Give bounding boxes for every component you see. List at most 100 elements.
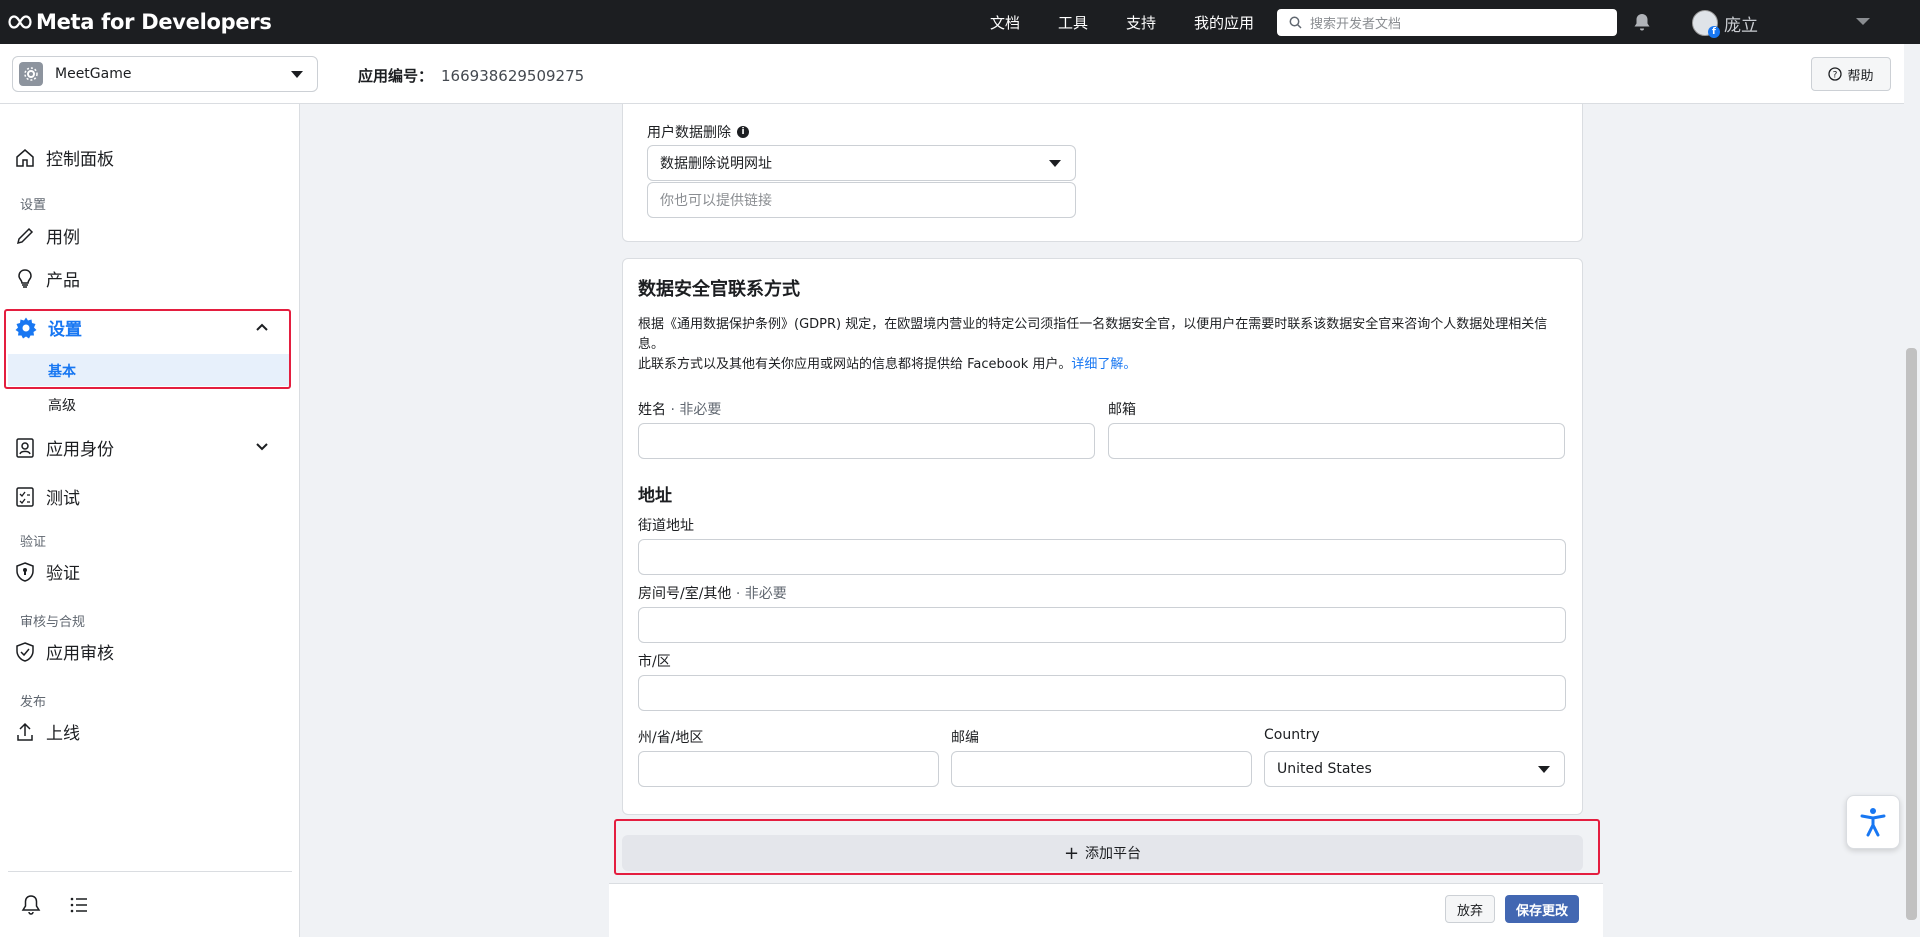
shield-check-icon (16, 641, 34, 662)
search-icon (1289, 16, 1302, 29)
sidebar-item-label: 上线 (46, 724, 80, 744)
room-input[interactable] (638, 607, 1566, 643)
notification-bell-icon[interactable] (1633, 13, 1651, 32)
sidebar-item-label: 用例 (46, 228, 80, 248)
top-navigation-bar: Meta for Developers 文档 工具 支持 我的应用 搜索开发者文… (0, 0, 1920, 44)
dpo-name-input[interactable] (638, 423, 1095, 459)
accessibility-button[interactable] (1846, 795, 1900, 849)
state-label: 州/省/地区 (638, 730, 704, 746)
sidebar-item-go-live[interactable]: 上线 (14, 719, 80, 744)
street-address-input[interactable] (638, 539, 1566, 575)
select-caret-icon (1538, 766, 1550, 773)
sidebar-item-products[interactable]: 产品 (14, 266, 80, 291)
city-input[interactable] (638, 675, 1566, 711)
sidebar-item-testing[interactable]: 测试 (14, 484, 80, 509)
svg-text:?: ? (1833, 71, 1838, 81)
street-label: 街道地址 (638, 518, 694, 534)
chevron-down-icon[interactable] (256, 443, 268, 451)
address-title: 地址 (638, 486, 672, 506)
sidebar-section-settings: 设置 (20, 198, 47, 213)
id-card-icon (16, 437, 34, 458)
data-deletion-select-value: 数据删除说明网址 (660, 156, 772, 172)
app-selector[interactable]: MeetGame (12, 56, 318, 92)
sidebar-item-dashboard[interactable]: 控制面板 (14, 145, 114, 170)
sidebar-item-label: 应用审核 (46, 644, 114, 664)
app-id-label: 应用编号： (358, 67, 434, 85)
nav-support[interactable]: 支持 (1126, 12, 1156, 33)
dpo-contact-card: 数据安全官联系方式 根据《通用数据保护条例》(GDPR) 规定，在欧盟境内营业的… (622, 258, 1583, 815)
nav-my-apps[interactable]: 我的应用 (1194, 12, 1254, 33)
sidebar-item-verification[interactable]: 验证 (14, 559, 80, 584)
avatar[interactable]: f (1692, 10, 1720, 38)
dpo-title: 数据安全官联系方式 (638, 279, 800, 300)
learn-more-link[interactable]: 详细了解。 (1071, 357, 1136, 372)
sidebar-item-label: 控制面板 (46, 150, 114, 170)
sidebar-item-label: 验证 (46, 564, 80, 584)
help-button[interactable]: ? 帮助 (1811, 57, 1891, 91)
scrollbar-thumb[interactable] (1906, 348, 1917, 920)
discard-button[interactable]: 放弃 (1445, 895, 1495, 923)
data-deletion-url-input[interactable]: 你也可以提供链接 (647, 182, 1076, 218)
brand-title: Meta for Developers (36, 10, 272, 34)
app-gear-icon (19, 62, 43, 86)
email-label: 邮箱 (1108, 402, 1136, 418)
sidebar-section-publish: 发布 (20, 695, 47, 710)
sidebar-section-review: 审核与合规 (20, 615, 86, 630)
info-icon[interactable]: i (737, 126, 749, 138)
save-changes-button[interactable]: 保存更改 (1505, 895, 1579, 923)
zip-input[interactable] (951, 751, 1252, 787)
sidebar-divider (8, 871, 292, 872)
dpo-description: 根据《通用数据保护条例》(GDPR) 规定，在欧盟境内营业的特定公司须指任一名数… (638, 315, 1568, 375)
nav-tools[interactable]: 工具 (1058, 12, 1088, 33)
meta-logo[interactable]: Meta for Developers (8, 10, 272, 34)
data-deletion-label: 用户数据删除 i (647, 122, 749, 142)
username[interactable]: 庞立 (1724, 11, 1758, 36)
home-icon (16, 148, 34, 167)
country-value: United States (1277, 761, 1372, 777)
highlight-box-add-platform (614, 819, 1600, 875)
app-name: MeetGame (55, 66, 132, 82)
sidebar: 控制面板 设置 用例 产品 设置 基本 高级 应用身份 测试 验证 验证 审核与… (0, 104, 300, 937)
app-id: 应用编号： 166938629509275 (358, 65, 584, 86)
app-selector-caret-icon (291, 71, 303, 78)
dpo-description-line1: 根据《通用数据保护条例》(GDPR) 规定，在欧盟境内营业的特定公司须指任一名数… (638, 317, 1548, 352)
meta-infinity-icon (8, 15, 32, 29)
room-label: 房间号/室/其他 · 非必要 (638, 586, 787, 602)
data-deletion-card: 用户数据删除 i 数据删除说明网址 你也可以提供链接 (622, 104, 1583, 242)
upload-icon (17, 722, 33, 741)
top-nav: 文档 工具 支持 我的应用 (990, 0, 1292, 44)
name-label: 姓名 · 非必要 (638, 402, 722, 418)
account-menu-chevron-icon[interactable] (1856, 18, 1870, 25)
dpo-description-line2: 此联系方式以及其他有关你应用或网站的信息都将提供给 Facebook 用户。详细… (638, 357, 1137, 372)
country-label: Country (1264, 727, 1320, 743)
country-select[interactable]: United States (1264, 751, 1565, 787)
help-label: 帮助 (1847, 68, 1874, 84)
shield-lock-icon (16, 561, 34, 582)
sidebar-item-app-review[interactable]: 应用审核 (14, 639, 114, 664)
state-input[interactable] (638, 751, 939, 787)
sidebar-item-use-cases[interactable]: 用例 (14, 223, 80, 248)
dpo-email-input[interactable] (1108, 423, 1565, 459)
data-deletion-url-placeholder: 你也可以提供链接 (660, 193, 772, 209)
accessibility-icon (1860, 808, 1886, 837)
lightbulb-icon (18, 268, 32, 288)
sidebar-item-label: 应用身份 (46, 440, 114, 460)
sidebar-section-verification: 验证 (20, 535, 47, 550)
search-placeholder: 搜索开发者文档 (1310, 17, 1402, 32)
pencil-icon (16, 227, 34, 244)
select-caret-icon (1049, 160, 1061, 167)
facebook-badge-icon: f (1708, 26, 1720, 38)
sidebar-item-app-roles[interactable]: 应用身份 (14, 435, 114, 460)
bell-icon[interactable] (20, 894, 42, 916)
nav-docs[interactable]: 文档 (990, 12, 1020, 33)
sidebar-item-advanced[interactable]: 高级 (48, 395, 76, 415)
app-id-value: 166938629509275 (441, 67, 585, 85)
highlight-box-settings (4, 309, 291, 389)
data-deletion-title: 用户数据删除 (647, 125, 731, 141)
search-input[interactable]: 搜索开发者文档 (1277, 9, 1617, 36)
data-deletion-type-select[interactable]: 数据删除说明网址 (647, 145, 1076, 181)
list-icon[interactable] (68, 894, 90, 916)
checklist-icon (16, 486, 34, 507)
app-bar: MeetGame 应用编号： 166938629509275 ? 帮助 (0, 44, 1920, 104)
sidebar-item-label: 测试 (46, 489, 80, 509)
